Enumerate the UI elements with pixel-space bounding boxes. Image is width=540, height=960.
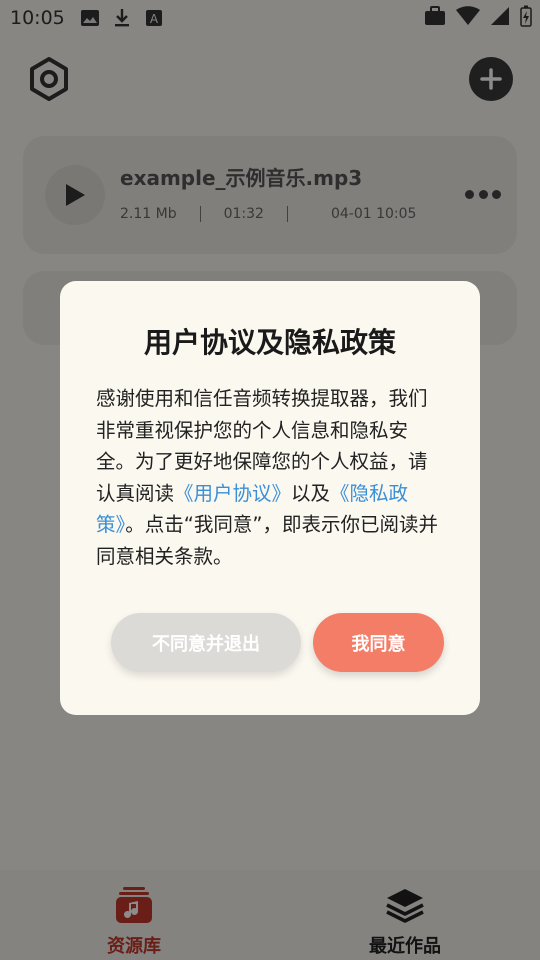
- user-agreement-link[interactable]: 《用户协议》: [174, 482, 291, 505]
- app-screen: 10:05 A example_示例音乐.mp3 2.11 Mb 01:32 0…: [0, 0, 540, 960]
- decline-exit-button[interactable]: 不同意并退出: [111, 613, 301, 672]
- dialog-text: 。点击“我同意”，即表示你已阅读并同意相关条款。: [96, 513, 438, 568]
- dialog-text: 以及: [291, 481, 331, 505]
- privacy-dialog: 用户协议及隐私政策 感谢使用和信任音频转换提取器，我们非常重视保护您的个人信息和…: [60, 281, 480, 715]
- agree-button[interactable]: 我同意: [313, 613, 444, 672]
- dialog-title: 用户协议及隐私政策: [143, 326, 396, 359]
- dialog-body: 感谢使用和信任音频转换提取器，我们非常重视保护您的个人信息和隐私安全。为了更好地…: [96, 383, 446, 572]
